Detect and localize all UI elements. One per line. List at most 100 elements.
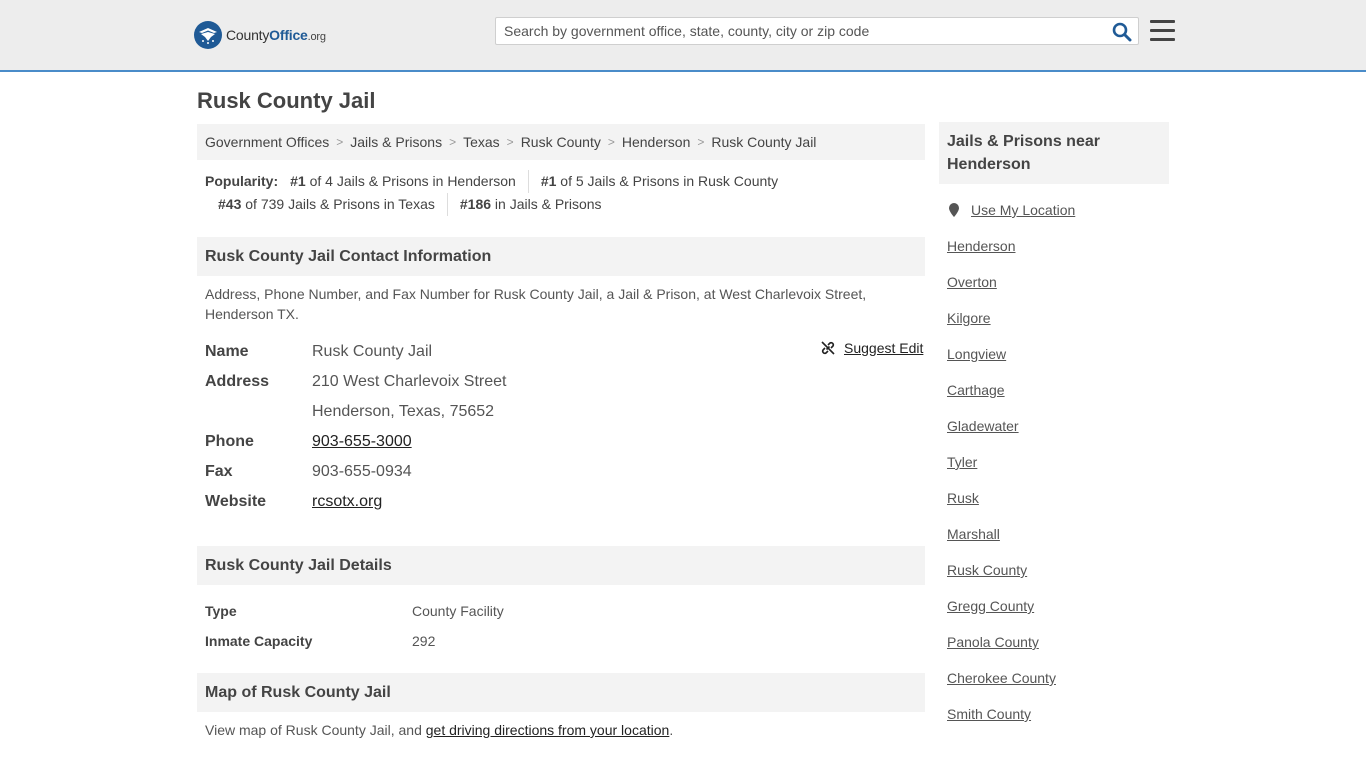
list-item: Panola County	[947, 624, 1075, 660]
info-value-address-line1: 210 West Charlevoix Street	[312, 373, 507, 390]
popularity-rank: #1	[540, 173, 557, 189]
logo-text: CountyOffice.org	[226, 27, 326, 43]
nearby-place-link[interactable]: Smith County	[947, 706, 1031, 722]
contact-section-heading: Rusk County Jail Contact Information	[197, 237, 925, 276]
popularity-item: #1 of 4 Jails & Prisons in Henderson	[290, 170, 528, 193]
nearby-place-link[interactable]: Gregg County	[947, 598, 1034, 614]
breadcrumb-item[interactable]: Rusk County	[521, 134, 601, 150]
list-item: Carthage	[947, 372, 1075, 408]
list-item: Longview	[947, 336, 1075, 372]
popularity-text: of 5 Jails & Prisons in Rusk County	[560, 173, 779, 189]
site-logo[interactable]: CountyOffice.org	[194, 21, 326, 49]
nearby-place-link[interactable]: Henderson	[947, 238, 1016, 254]
info-row-address-2: Henderson, Texas, 75652	[205, 397, 925, 427]
map-pin-icon	[949, 203, 959, 217]
map-text-end: .	[669, 722, 674, 738]
logo-text-org: .org	[307, 31, 326, 43]
search-box	[495, 17, 1139, 45]
nearby-place-link[interactable]: Marshall	[947, 526, 1000, 542]
list-item: Smith County	[947, 696, 1075, 732]
breadcrumb-separator-icon: >	[506, 135, 514, 149]
info-value-address-line2: Henderson, Texas, 75652	[312, 403, 495, 420]
nearby-place-link[interactable]: Rusk County	[947, 562, 1027, 578]
breadcrumb-item[interactable]: Henderson	[622, 134, 691, 150]
popularity-rank: #186	[459, 196, 492, 212]
contact-description: Address, Phone Number, and Fax Number fo…	[205, 286, 867, 322]
map-text: View map of Rusk County Jail, and	[205, 722, 426, 738]
list-item: Rusk	[947, 480, 1075, 516]
contact-info-table: Name Rusk County Jail Address 210 West C…	[205, 337, 925, 517]
details-value: County Facility	[412, 603, 504, 619]
nearby-place-link[interactable]: Kilgore	[947, 310, 991, 326]
details-value: 292	[412, 633, 436, 649]
info-value-name: Rusk County Jail	[312, 343, 433, 360]
info-label: Name	[205, 343, 249, 360]
menu-bar	[1150, 29, 1175, 32]
info-label: Phone	[205, 433, 254, 450]
sidebar-heading: Jails & Prisons near Henderson	[939, 122, 1169, 184]
breadcrumb-item[interactable]: Jails & Prisons	[350, 134, 442, 150]
nearby-place-link[interactable]: Overton	[947, 274, 997, 290]
breadcrumb-item[interactable]: Texas	[463, 134, 500, 150]
details-label: Type	[205, 603, 237, 619]
hamburger-menu-icon[interactable]	[1150, 20, 1175, 42]
popularity-text: of 4 Jails & Prisons in Henderson	[309, 173, 516, 189]
details-section-heading: Rusk County Jail Details	[197, 546, 925, 585]
popularity-ranks: Popularity: #1 of 4 Jails & Prisons in H…	[205, 170, 925, 216]
details-row: Type County Facility	[205, 596, 504, 626]
breadcrumb-current: Rusk County Jail	[711, 134, 817, 150]
popularity-item: #1 of 5 Jails & Prisons in Rusk County	[527, 170, 790, 193]
popularity-text: of 739 Jails & Prisons in Texas	[245, 196, 435, 212]
details-label: Inmate Capacity	[205, 633, 313, 649]
list-item: Overton	[947, 264, 1075, 300]
popularity-rank: #43	[218, 196, 242, 212]
county-office-logo-icon	[194, 21, 222, 49]
use-location-link[interactable]: Use My Location	[971, 202, 1075, 218]
nearby-place-link[interactable]: Rusk	[947, 490, 979, 506]
nearby-place-link[interactable]: Tyler	[947, 454, 977, 470]
popularity-label: Popularity:	[205, 173, 279, 189]
search-icon[interactable]	[1112, 22, 1132, 42]
breadcrumb-separator-icon: >	[607, 135, 615, 149]
breadcrumb-item[interactable]: Government Offices	[205, 134, 329, 150]
list-item: Henderson	[947, 228, 1075, 264]
info-label: Address	[205, 373, 270, 390]
popularity-item: #186 in Jails & Prisons	[446, 193, 614, 216]
phone-link[interactable]: 903-655-3000	[312, 433, 412, 450]
nearby-place-link[interactable]: Cherokee County	[947, 670, 1056, 686]
map-section-heading: Map of Rusk County Jail	[197, 673, 925, 712]
search-input[interactable]	[496, 18, 1112, 44]
info-row-fax: Fax 903-655-0934	[205, 457, 925, 487]
info-row-phone: Phone 903-655-3000	[205, 427, 925, 457]
list-item: Kilgore	[947, 300, 1075, 336]
breadcrumb: Government Offices > Jails & Prisons > T…	[197, 124, 925, 160]
nearby-place-link[interactable]: Gladewater	[947, 418, 1019, 434]
popularity-row: Popularity: #1 of 4 Jails & Prisons in H…	[205, 170, 925, 193]
logo-text-office: Office	[269, 27, 308, 43]
list-item: Rusk County	[947, 552, 1075, 588]
nearby-place-link[interactable]: Carthage	[947, 382, 1005, 398]
site-header: CountyOffice.org	[0, 0, 1366, 72]
list-item: Gregg County	[947, 588, 1075, 624]
driving-directions-link[interactable]: get driving directions from your locatio…	[426, 722, 670, 738]
menu-bar	[1150, 20, 1175, 23]
popularity-item: #43 of 739 Jails & Prisons in Texas	[218, 193, 447, 216]
menu-bar	[1150, 38, 1175, 41]
breadcrumb-separator-icon: >	[697, 135, 705, 149]
info-row-website: Website rcsotx.org	[205, 487, 925, 517]
nearby-place-link[interactable]: Longview	[947, 346, 1006, 362]
details-row: Inmate Capacity 292	[205, 626, 504, 656]
breadcrumb-separator-icon: >	[449, 135, 457, 149]
map-description: View map of Rusk County Jail, and get dr…	[205, 720, 905, 740]
page-title: Rusk County Jail	[197, 88, 376, 113]
list-item: Marshall	[947, 516, 1075, 552]
list-item: Tyler	[947, 444, 1075, 480]
info-label: Website	[205, 493, 267, 510]
use-location-item: Use My Location	[947, 192, 1075, 228]
nearby-places-list: Use My Location Henderson Overton Kilgor…	[947, 192, 1075, 732]
website-link[interactable]: rcsotx.org	[312, 493, 382, 510]
breadcrumb-separator-icon: >	[336, 135, 344, 149]
nearby-place-link[interactable]: Panola County	[947, 634, 1039, 650]
popularity-rank: #1	[290, 173, 306, 189]
logo-text-county: County	[226, 27, 270, 43]
